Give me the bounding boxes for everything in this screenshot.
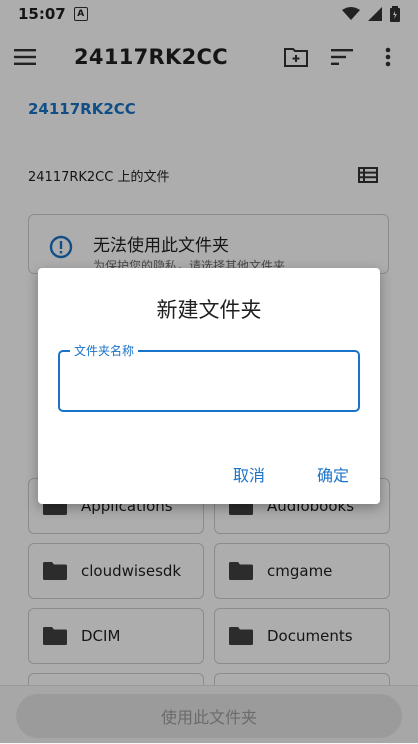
new-folder-dialog: 新建文件夹 文件夹名称 取消 确定 bbox=[38, 268, 380, 504]
folder-name-input[interactable] bbox=[70, 366, 354, 398]
cancel-button[interactable]: 取消 bbox=[233, 462, 265, 486]
folder-name-field[interactable] bbox=[58, 350, 360, 412]
dialog-title: 新建文件夹 bbox=[156, 298, 262, 322]
confirm-button[interactable]: 确定 bbox=[317, 462, 349, 486]
folder-name-label: 文件夹名称 bbox=[70, 342, 139, 359]
